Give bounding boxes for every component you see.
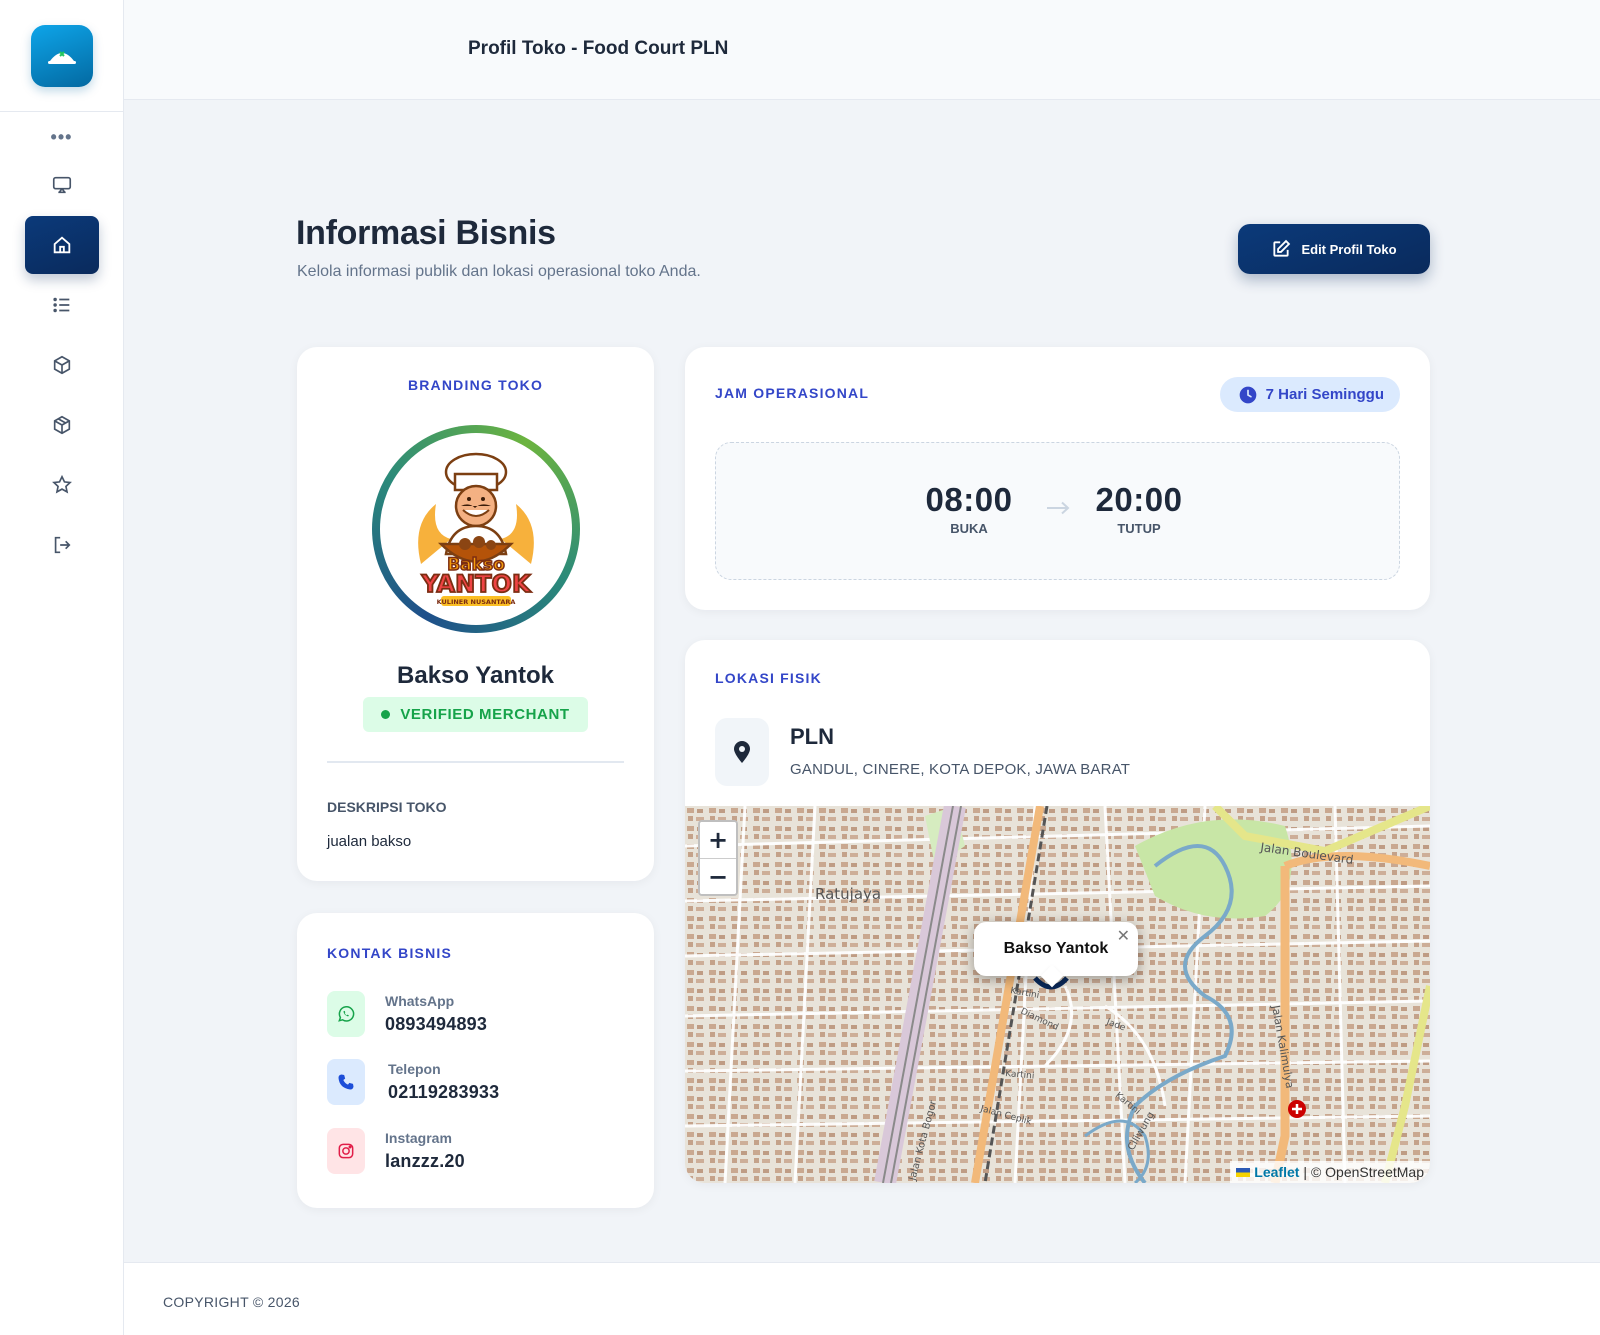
- sidebar-item-products[interactable]: [25, 336, 99, 394]
- description-label: DESKRIPSI TOKO: [327, 799, 447, 815]
- contact-label-phone: Telepon: [388, 1061, 441, 1077]
- list-icon: [52, 297, 69, 313]
- arrow-right-icon: [1047, 501, 1070, 515]
- more-icon: •••: [50, 127, 73, 147]
- page-title: Informasi Bisnis: [296, 214, 556, 252]
- contact-value-instagram: lanzzz.20: [385, 1151, 465, 1171]
- instagram-icon: [327, 1128, 365, 1174]
- verified-badge: VERIFIED MERCHANT: [363, 697, 588, 732]
- hours-display: 08:00 BUKA 20:00 TUTUP: [715, 442, 1400, 580]
- operating-hours-card: JAM OPERASIONAL 7 Hari Seminggu 08:00 BU…: [685, 347, 1430, 610]
- location-address: GANDUL, CINERE, KOTA DEPOK, JAWA BARAT: [790, 761, 1131, 778]
- page-subtitle: Kelola informasi publik dan lokasi opera…: [297, 263, 701, 280]
- logout-icon: [54, 536, 71, 554]
- top-header: Profil Toko - Food Court PLN: [124, 0, 1600, 100]
- box-icon: [53, 415, 70, 435]
- home-icon: [53, 236, 70, 254]
- header-title: Profil Toko - Food Court PLN: [468, 38, 729, 59]
- star-icon: [51, 474, 72, 494]
- contact-value-whatsapp: 0893494893: [385, 1014, 488, 1034]
- zoom-in-button[interactable]: +: [700, 822, 736, 858]
- contact-phone[interactable]: Telepon 02119283933: [327, 1059, 499, 1105]
- sidebar: •••: [0, 0, 124, 1335]
- divider: [327, 761, 624, 763]
- close-label: TUTUP: [1117, 521, 1161, 536]
- clock-icon: [1239, 386, 1256, 403]
- edit-profile-label: Edit Profil Toko: [1301, 241, 1397, 257]
- food-cover-icon: [47, 50, 76, 64]
- hours-badge: 7 Hari Seminggu: [1219, 377, 1400, 412]
- map-tiles: Ratujaya Jalan Boulevard Jalan Kalimulya…: [685, 806, 1430, 1183]
- monitor-icon: [52, 176, 71, 194]
- map-zoom-control: + −: [698, 820, 738, 896]
- footer: COPYRIGHT © 2026: [124, 1262, 1600, 1335]
- contact-value-phone: 02119283933: [388, 1082, 500, 1102]
- location-label: LOKASI FISIK: [715, 670, 822, 686]
- shop-logo-image: Bakso YANTOK KULINER NUSANTARA: [380, 433, 572, 625]
- sidebar-item-monitor[interactable]: [25, 156, 99, 214]
- close-time: 20:00: [1095, 481, 1183, 518]
- edit-icon: [1273, 239, 1291, 257]
- hours-badge-label: 7 Hari Seminggu: [1265, 386, 1384, 403]
- app-logo[interactable]: [30, 24, 93, 87]
- map-popup: Bakso Yantok ✕: [974, 922, 1138, 988]
- sidebar-item-home[interactable]: [24, 216, 99, 274]
- edit-profile-button[interactable]: Edit Profil Toko: [1238, 224, 1430, 274]
- leaflet-link[interactable]: Leaflet: [1254, 1164, 1299, 1180]
- box-icon: [53, 355, 70, 375]
- open-time-block: 08:00 BUKA: [914, 481, 1024, 536]
- close-time-block: 20:00 TUTUP: [1084, 481, 1194, 536]
- contact-card: KONTAK BISNIS WhatsApp 0893494893 Telepo…: [297, 913, 654, 1208]
- contact-label: KONTAK BISNIS: [327, 945, 453, 961]
- verified-label: VERIFIED MERCHANT: [400, 706, 570, 723]
- shop-name: Bakso Yantok: [397, 662, 554, 689]
- sidebar-item-logout[interactable]: [25, 516, 99, 574]
- location-name: PLN: [790, 724, 834, 749]
- sidebar-nav: [0, 156, 123, 576]
- contact-label-whatsapp: WhatsApp: [385, 993, 455, 1009]
- description-text: jualan bakso: [327, 833, 412, 850]
- status-dot-icon: [381, 710, 391, 719]
- location-pin-badge: [715, 718, 769, 786]
- sidebar-item-reviews[interactable]: [25, 456, 99, 514]
- hours-label: JAM OPERASIONAL: [715, 385, 870, 401]
- contact-instagram[interactable]: Instagram lanzzz.20: [327, 1128, 465, 1174]
- map-attribution: Leaflet | © OpenStreetMap: [1230, 1161, 1430, 1183]
- zoom-out-button[interactable]: −: [700, 858, 736, 894]
- popup-close-icon[interactable]: ✕: [1117, 926, 1130, 945]
- map-view[interactable]: Ratujaya Jalan Boulevard Jalan Kalimulya…: [685, 806, 1430, 1183]
- sidebar-item-list[interactable]: [25, 276, 99, 334]
- whatsapp-icon: [327, 991, 365, 1037]
- attribution-text: | © OpenStreetMap: [1303, 1164, 1424, 1180]
- chef-mascot-icon: Bakso YANTOK KULINER NUSANTARA: [418, 452, 534, 606]
- map-label-ratujaya: Ratujaya: [815, 885, 881, 903]
- phone-icon: [327, 1059, 365, 1105]
- ukraine-flag-icon: [1236, 1167, 1251, 1177]
- branding-card: BRANDING TOKO Bakso YANTOK KULINER NUSAN…: [297, 347, 654, 881]
- open-label: BUKA: [950, 521, 988, 536]
- logo-text-main: YANTOK: [420, 570, 532, 598]
- map-pin-icon: [734, 741, 750, 763]
- branding-label: BRANDING TOKO: [407, 377, 544, 393]
- copyright-text: COPYRIGHT © 2026: [163, 1294, 301, 1310]
- contact-label-instagram: Instagram: [385, 1130, 452, 1146]
- map-popup-title: Bakso Yantok: [1003, 940, 1109, 957]
- sidebar-item-stock[interactable]: [25, 396, 99, 454]
- shop-avatar: Bakso YANTOK KULINER NUSANTARA: [372, 425, 580, 633]
- open-time: 08:00: [925, 481, 1013, 518]
- logo-area: [0, 0, 123, 112]
- contact-whatsapp[interactable]: WhatsApp 0893494893: [327, 991, 487, 1037]
- location-card: LOKASI FISIK PLN GANDUL, CINERE, KOTA DE…: [685, 640, 1430, 1183]
- logo-text-sub: KULINER NUSANTARA: [437, 598, 516, 606]
